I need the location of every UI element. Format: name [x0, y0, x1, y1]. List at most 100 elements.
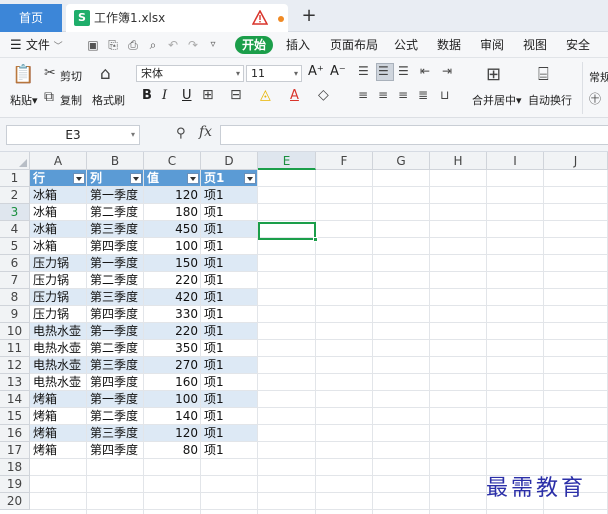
cell-area[interactable]: 行列值页1 冰箱 第一季度 120 项1 冰箱 第二季度 180 项1 冰箱 第三季度 450 项1 冰箱…: [30, 170, 608, 514]
increase-font-button[interactable]: A⁺: [308, 64, 324, 79]
print-preview-icon[interactable]: ⌕: [146, 38, 160, 52]
table-cell[interactable]: 80: [144, 442, 201, 459]
table-cell[interactable]: 压力锅: [30, 255, 90, 272]
fill-color-icon[interactable]: ◬: [260, 87, 271, 103]
row-header-15[interactable]: 15: [0, 408, 30, 425]
currency-icon[interactable]: ㊉: [589, 90, 601, 107]
paste-icon[interactable]: 📋: [12, 64, 34, 85]
table-cell[interactable]: 120: [144, 187, 201, 204]
table-cell[interactable]: 160: [144, 374, 201, 391]
row-header-14[interactable]: 14: [0, 391, 30, 408]
table-header-cell[interactable]: 列: [87, 170, 131, 187]
row-header-6[interactable]: 6: [0, 255, 30, 272]
row-header-20[interactable]: 20: [0, 493, 30, 510]
table-cell[interactable]: 第一季度: [87, 255, 144, 272]
table-cell[interactable]: 项1: [201, 272, 258, 289]
table-cell[interactable]: 项1: [201, 425, 258, 442]
column-header-h[interactable]: H: [430, 152, 487, 170]
row-header-13[interactable]: 13: [0, 374, 30, 391]
row-header-16[interactable]: 16: [0, 425, 30, 442]
row-header-3[interactable]: 3: [0, 204, 30, 221]
table-cell[interactable]: 项1: [201, 408, 258, 425]
decrease-font-button[interactable]: A⁻: [330, 64, 346, 79]
file-menu[interactable]: ☰ 文件 ﹀: [10, 32, 63, 60]
filter-dropdown-icon[interactable]: [130, 173, 142, 184]
row-header-5[interactable]: 5: [0, 238, 30, 255]
row-header-12[interactable]: 12: [0, 357, 30, 374]
table-cell[interactable]: 第四季度: [87, 238, 144, 255]
table-cell[interactable]: 220: [144, 272, 201, 289]
tab-review[interactable]: 审阅: [480, 32, 504, 58]
table-cell[interactable]: 420: [144, 289, 201, 306]
table-cell[interactable]: 项1: [201, 306, 258, 323]
format-painter-icon[interactable]: ⌂: [100, 64, 111, 84]
table-header-cell[interactable]: 页1: [201, 170, 245, 187]
table-cell[interactable]: 项1: [201, 221, 258, 238]
tab-document[interactable]: S 工作簿1.xlsx: [66, 4, 288, 32]
font-color-icon[interactable]: A: [290, 88, 299, 103]
table-cell[interactable]: 第四季度: [87, 306, 144, 323]
table-cell[interactable]: 330: [144, 306, 201, 323]
row-header-9[interactable]: 9: [0, 306, 30, 323]
table-cell[interactable]: 100: [144, 391, 201, 408]
font-size-select[interactable]: 11 ▾: [246, 65, 302, 82]
table-cell[interactable]: 烤箱: [30, 442, 90, 459]
paste-button[interactable]: 粘贴▾: [10, 92, 38, 108]
filter-dropdown-icon[interactable]: [73, 173, 85, 184]
increase-indent-icon[interactable]: ⇥: [442, 64, 452, 78]
cut-button[interactable]: 剪切: [60, 68, 82, 84]
select-all-button[interactable]: [0, 152, 30, 170]
wrap-text-button[interactable]: 自动换行: [528, 92, 572, 108]
redo-icon[interactable]: ↷: [186, 38, 200, 52]
table-cell[interactable]: 第一季度: [87, 187, 144, 204]
table-cell[interactable]: 项1: [201, 204, 258, 221]
row-header-17[interactable]: 17: [0, 442, 30, 459]
tab-data[interactable]: 数据: [437, 32, 461, 58]
fill-handle[interactable]: [313, 237, 318, 242]
decrease-indent-icon[interactable]: ⇤: [420, 64, 430, 78]
table-cell[interactable]: 第二季度: [87, 204, 144, 221]
row-header-18[interactable]: 18: [0, 459, 30, 476]
column-header-b[interactable]: B: [87, 152, 144, 170]
tab-security[interactable]: 安全: [566, 32, 590, 58]
tab-home[interactable]: 首页: [0, 4, 62, 32]
table-cell[interactable]: 项1: [201, 323, 258, 340]
row-header-2[interactable]: 2: [0, 187, 30, 204]
table-cell[interactable]: 项1: [201, 289, 258, 306]
tab-start[interactable]: 开始: [235, 36, 273, 54]
row-header-11[interactable]: 11: [0, 340, 30, 357]
table-cell[interactable]: 压力锅: [30, 289, 90, 306]
clear-format-icon[interactable]: ◇: [318, 87, 329, 103]
table-cell[interactable]: 烤箱: [30, 408, 90, 425]
table-cell[interactable]: 第二季度: [87, 340, 144, 357]
table-cell[interactable]: 140: [144, 408, 201, 425]
row-header-19[interactable]: 19: [0, 476, 30, 493]
align-bottom-icon[interactable]: ☰: [398, 64, 409, 78]
table-cell[interactable]: 项1: [201, 391, 258, 408]
table-cell[interactable]: 第四季度: [87, 442, 144, 459]
column-header-c[interactable]: C: [144, 152, 201, 170]
table-cell[interactable]: 100: [144, 238, 201, 255]
table-cell[interactable]: 烤箱: [30, 391, 90, 408]
justify-icon[interactable]: ≣: [418, 88, 428, 102]
format-painter-button[interactable]: 格式刷: [92, 92, 125, 108]
table-cell[interactable]: 第三季度: [87, 357, 144, 374]
table-cell[interactable]: 第三季度: [87, 221, 144, 238]
table-cell[interactable]: 450: [144, 221, 201, 238]
tab-view[interactable]: 视图: [523, 32, 547, 58]
table-header-cell[interactable]: 行: [30, 170, 74, 187]
table-cell[interactable]: 180: [144, 204, 201, 221]
print-icon[interactable]: ⎙: [126, 38, 140, 52]
table-cell[interactable]: 项1: [201, 442, 258, 459]
row-header-10[interactable]: 10: [0, 323, 30, 340]
export-icon[interactable]: ⎘: [106, 38, 120, 52]
save-icon[interactable]: ▣: [86, 38, 100, 52]
table-cell[interactable]: 项1: [201, 374, 258, 391]
table-cell[interactable]: 电热水壶: [30, 323, 90, 340]
merge-center-button[interactable]: 合并居中▾: [472, 92, 522, 108]
row-header-4[interactable]: 4: [0, 221, 30, 238]
formula-input[interactable]: [220, 125, 608, 145]
column-header-i[interactable]: I: [487, 152, 544, 170]
table-cell[interactable]: 电热水壶: [30, 340, 90, 357]
align-center-icon[interactable]: ≡: [378, 88, 388, 102]
